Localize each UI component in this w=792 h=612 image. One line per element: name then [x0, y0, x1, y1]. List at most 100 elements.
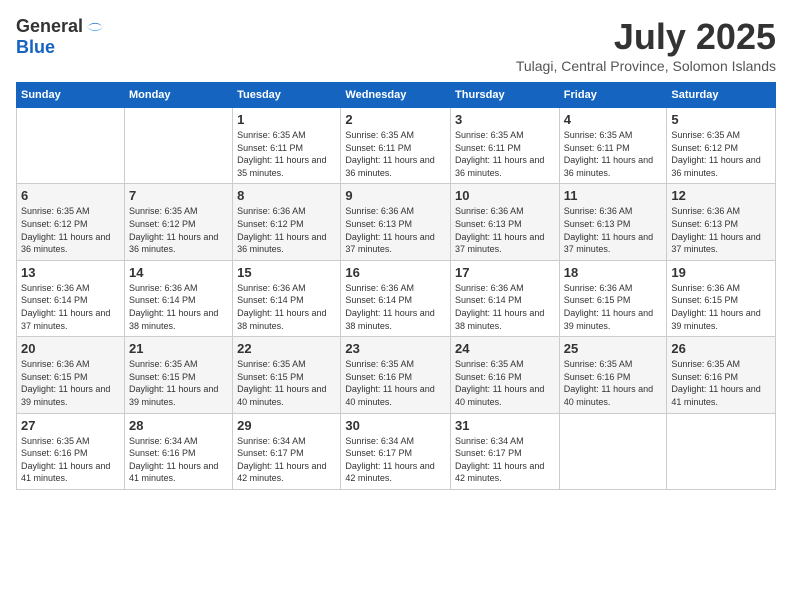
day-info: Sunrise: 6:36 AM Sunset: 6:13 PM Dayligh…	[671, 205, 771, 255]
day-number: 29	[237, 418, 336, 433]
day-info: Sunrise: 6:35 AM Sunset: 6:15 PM Dayligh…	[129, 358, 228, 408]
calendar-day-cell	[124, 108, 232, 184]
day-number: 17	[455, 265, 555, 280]
day-info: Sunrise: 6:36 AM Sunset: 6:13 PM Dayligh…	[455, 205, 555, 255]
day-info: Sunrise: 6:36 AM Sunset: 6:15 PM Dayligh…	[21, 358, 120, 408]
calendar-header-row: SundayMondayTuesdayWednesdayThursdayFrid…	[17, 83, 776, 108]
calendar-day-cell: 2 Sunrise: 6:35 AM Sunset: 6:11 PM Daylig…	[341, 108, 451, 184]
day-number: 26	[671, 341, 771, 356]
calendar-day-cell: 27 Sunrise: 6:35 AM Sunset: 6:16 PM Dayli…	[17, 413, 125, 489]
calendar-day-cell: 14 Sunrise: 6:36 AM Sunset: 6:14 PM Dayli…	[124, 260, 232, 336]
day-info: Sunrise: 6:35 AM Sunset: 6:11 PM Dayligh…	[345, 129, 446, 179]
calendar-week-row: 20 Sunrise: 6:36 AM Sunset: 6:15 PM Dayli…	[17, 337, 776, 413]
day-of-week-header: Monday	[124, 83, 232, 108]
day-number: 31	[455, 418, 555, 433]
day-of-week-header: Sunday	[17, 83, 125, 108]
day-of-week-header: Friday	[559, 83, 667, 108]
logo-blue-text: Blue	[16, 37, 55, 58]
day-info: Sunrise: 6:36 AM Sunset: 6:14 PM Dayligh…	[129, 282, 228, 332]
day-info: Sunrise: 6:35 AM Sunset: 6:16 PM Dayligh…	[345, 358, 446, 408]
day-info: Sunrise: 6:35 AM Sunset: 6:15 PM Dayligh…	[237, 358, 336, 408]
day-number: 24	[455, 341, 555, 356]
calendar-day-cell	[667, 413, 776, 489]
calendar-day-cell: 19 Sunrise: 6:36 AM Sunset: 6:15 PM Dayli…	[667, 260, 776, 336]
day-info: Sunrise: 6:35 AM Sunset: 6:12 PM Dayligh…	[129, 205, 228, 255]
calendar-day-cell: 11 Sunrise: 6:36 AM Sunset: 6:13 PM Dayli…	[559, 184, 667, 260]
day-info: Sunrise: 6:36 AM Sunset: 6:15 PM Dayligh…	[671, 282, 771, 332]
day-info: Sunrise: 6:36 AM Sunset: 6:13 PM Dayligh…	[345, 205, 446, 255]
day-info: Sunrise: 6:35 AM Sunset: 6:16 PM Dayligh…	[671, 358, 771, 408]
logo: General Blue	[16, 16, 105, 58]
day-info: Sunrise: 6:36 AM Sunset: 6:14 PM Dayligh…	[345, 282, 446, 332]
calendar-day-cell: 15 Sunrise: 6:36 AM Sunset: 6:14 PM Dayli…	[233, 260, 341, 336]
calendar-day-cell: 29 Sunrise: 6:34 AM Sunset: 6:17 PM Dayli…	[233, 413, 341, 489]
day-info: Sunrise: 6:36 AM Sunset: 6:13 PM Dayligh…	[564, 205, 663, 255]
calendar-day-cell: 26 Sunrise: 6:35 AM Sunset: 6:16 PM Dayli…	[667, 337, 776, 413]
calendar-week-row: 13 Sunrise: 6:36 AM Sunset: 6:14 PM Dayli…	[17, 260, 776, 336]
day-info: Sunrise: 6:35 AM Sunset: 6:12 PM Dayligh…	[671, 129, 771, 179]
day-info: Sunrise: 6:34 AM Sunset: 6:16 PM Dayligh…	[129, 435, 228, 485]
calendar-day-cell: 22 Sunrise: 6:35 AM Sunset: 6:15 PM Dayli…	[233, 337, 341, 413]
calendar-day-cell: 4Sunrise: 6:35 AM Sunset: 6:11 PM Daylig…	[559, 108, 667, 184]
day-info: Sunrise: 6:35 AM Sunset: 6:11 PM Dayligh…	[564, 129, 663, 179]
day-info: Sunrise: 6:35 AM Sunset: 6:12 PM Dayligh…	[21, 205, 120, 255]
day-number: 1	[237, 112, 336, 127]
calendar-day-cell: 23 Sunrise: 6:35 AM Sunset: 6:16 PM Dayli…	[341, 337, 451, 413]
calendar-week-row: 27 Sunrise: 6:35 AM Sunset: 6:16 PM Dayli…	[17, 413, 776, 489]
calendar-day-cell: 13 Sunrise: 6:36 AM Sunset: 6:14 PM Dayli…	[17, 260, 125, 336]
calendar-day-cell: 18 Sunrise: 6:36 AM Sunset: 6:15 PM Dayli…	[559, 260, 667, 336]
day-info: Sunrise: 6:35 AM Sunset: 6:16 PM Dayligh…	[21, 435, 120, 485]
day-info: Sunrise: 6:36 AM Sunset: 6:14 PM Dayligh…	[237, 282, 336, 332]
day-number: 5	[671, 112, 771, 127]
day-number: 15	[237, 265, 336, 280]
day-number: 13	[21, 265, 120, 280]
calendar-day-cell: 5 Sunrise: 6:35 AM Sunset: 6:12 PM Daylig…	[667, 108, 776, 184]
day-of-week-header: Thursday	[451, 83, 560, 108]
day-info: Sunrise: 6:36 AM Sunset: 6:14 PM Dayligh…	[455, 282, 555, 332]
day-number: 7	[129, 188, 228, 203]
calendar-day-cell: 7 Sunrise: 6:35 AM Sunset: 6:12 PM Daylig…	[124, 184, 232, 260]
day-number: 28	[129, 418, 228, 433]
day-number: 23	[345, 341, 446, 356]
day-number: 20	[21, 341, 120, 356]
day-number: 12	[671, 188, 771, 203]
calendar-day-cell: 20 Sunrise: 6:36 AM Sunset: 6:15 PM Dayli…	[17, 337, 125, 413]
calendar-day-cell: 24Sunrise: 6:35 AM Sunset: 6:16 PM Dayli…	[451, 337, 560, 413]
day-of-week-header: Saturday	[667, 83, 776, 108]
logo-general-text: General	[16, 16, 83, 37]
calendar-day-cell: 10Sunrise: 6:36 AM Sunset: 6:13 PM Dayli…	[451, 184, 560, 260]
day-number: 2	[345, 112, 446, 127]
day-info: Sunrise: 6:35 AM Sunset: 6:11 PM Dayligh…	[237, 129, 336, 179]
day-info: Sunrise: 6:34 AM Sunset: 6:17 PM Dayligh…	[237, 435, 336, 485]
calendar-day-cell: 6Sunrise: 6:35 AM Sunset: 6:12 PM Daylig…	[17, 184, 125, 260]
day-info: Sunrise: 6:36 AM Sunset: 6:15 PM Dayligh…	[564, 282, 663, 332]
calendar-day-cell: 9Sunrise: 6:36 AM Sunset: 6:13 PM Daylig…	[341, 184, 451, 260]
calendar-day-cell: 1 Sunrise: 6:35 AM Sunset: 6:11 PM Daylig…	[233, 108, 341, 184]
calendar-day-cell	[559, 413, 667, 489]
day-info: Sunrise: 6:35 AM Sunset: 6:11 PM Dayligh…	[455, 129, 555, 179]
day-number: 11	[564, 188, 663, 203]
day-number: 18	[564, 265, 663, 280]
calendar-day-cell: 30Sunrise: 6:34 AM Sunset: 6:17 PM Dayli…	[341, 413, 451, 489]
calendar-day-cell: 28 Sunrise: 6:34 AM Sunset: 6:16 PM Dayli…	[124, 413, 232, 489]
day-info: Sunrise: 6:36 AM Sunset: 6:14 PM Dayligh…	[21, 282, 120, 332]
day-number: 21	[129, 341, 228, 356]
calendar-week-row: 6Sunrise: 6:35 AM Sunset: 6:12 PM Daylig…	[17, 184, 776, 260]
calendar-day-cell: 17 Sunrise: 6:36 AM Sunset: 6:14 PM Dayli…	[451, 260, 560, 336]
day-info: Sunrise: 6:35 AM Sunset: 6:16 PM Dayligh…	[564, 358, 663, 408]
calendar-day-cell: 16Sunrise: 6:36 AM Sunset: 6:14 PM Dayli…	[341, 260, 451, 336]
day-info: Sunrise: 6:36 AM Sunset: 6:12 PM Dayligh…	[237, 205, 336, 255]
day-number: 3	[455, 112, 555, 127]
day-number: 14	[129, 265, 228, 280]
day-number: 19	[671, 265, 771, 280]
calendar-week-row: 1 Sunrise: 6:35 AM Sunset: 6:11 PM Daylig…	[17, 108, 776, 184]
page-header: General Blue July 2025 Tulagi, Central P…	[16, 16, 776, 74]
logo-icon	[85, 17, 105, 37]
month-title: July 2025	[516, 16, 776, 58]
calendar-day-cell: 31Sunrise: 6:34 AM Sunset: 6:17 PM Dayli…	[451, 413, 560, 489]
day-number: 27	[21, 418, 120, 433]
calendar-day-cell: 21 Sunrise: 6:35 AM Sunset: 6:15 PM Dayli…	[124, 337, 232, 413]
day-number: 8	[237, 188, 336, 203]
day-number: 22	[237, 341, 336, 356]
day-number: 30	[345, 418, 446, 433]
